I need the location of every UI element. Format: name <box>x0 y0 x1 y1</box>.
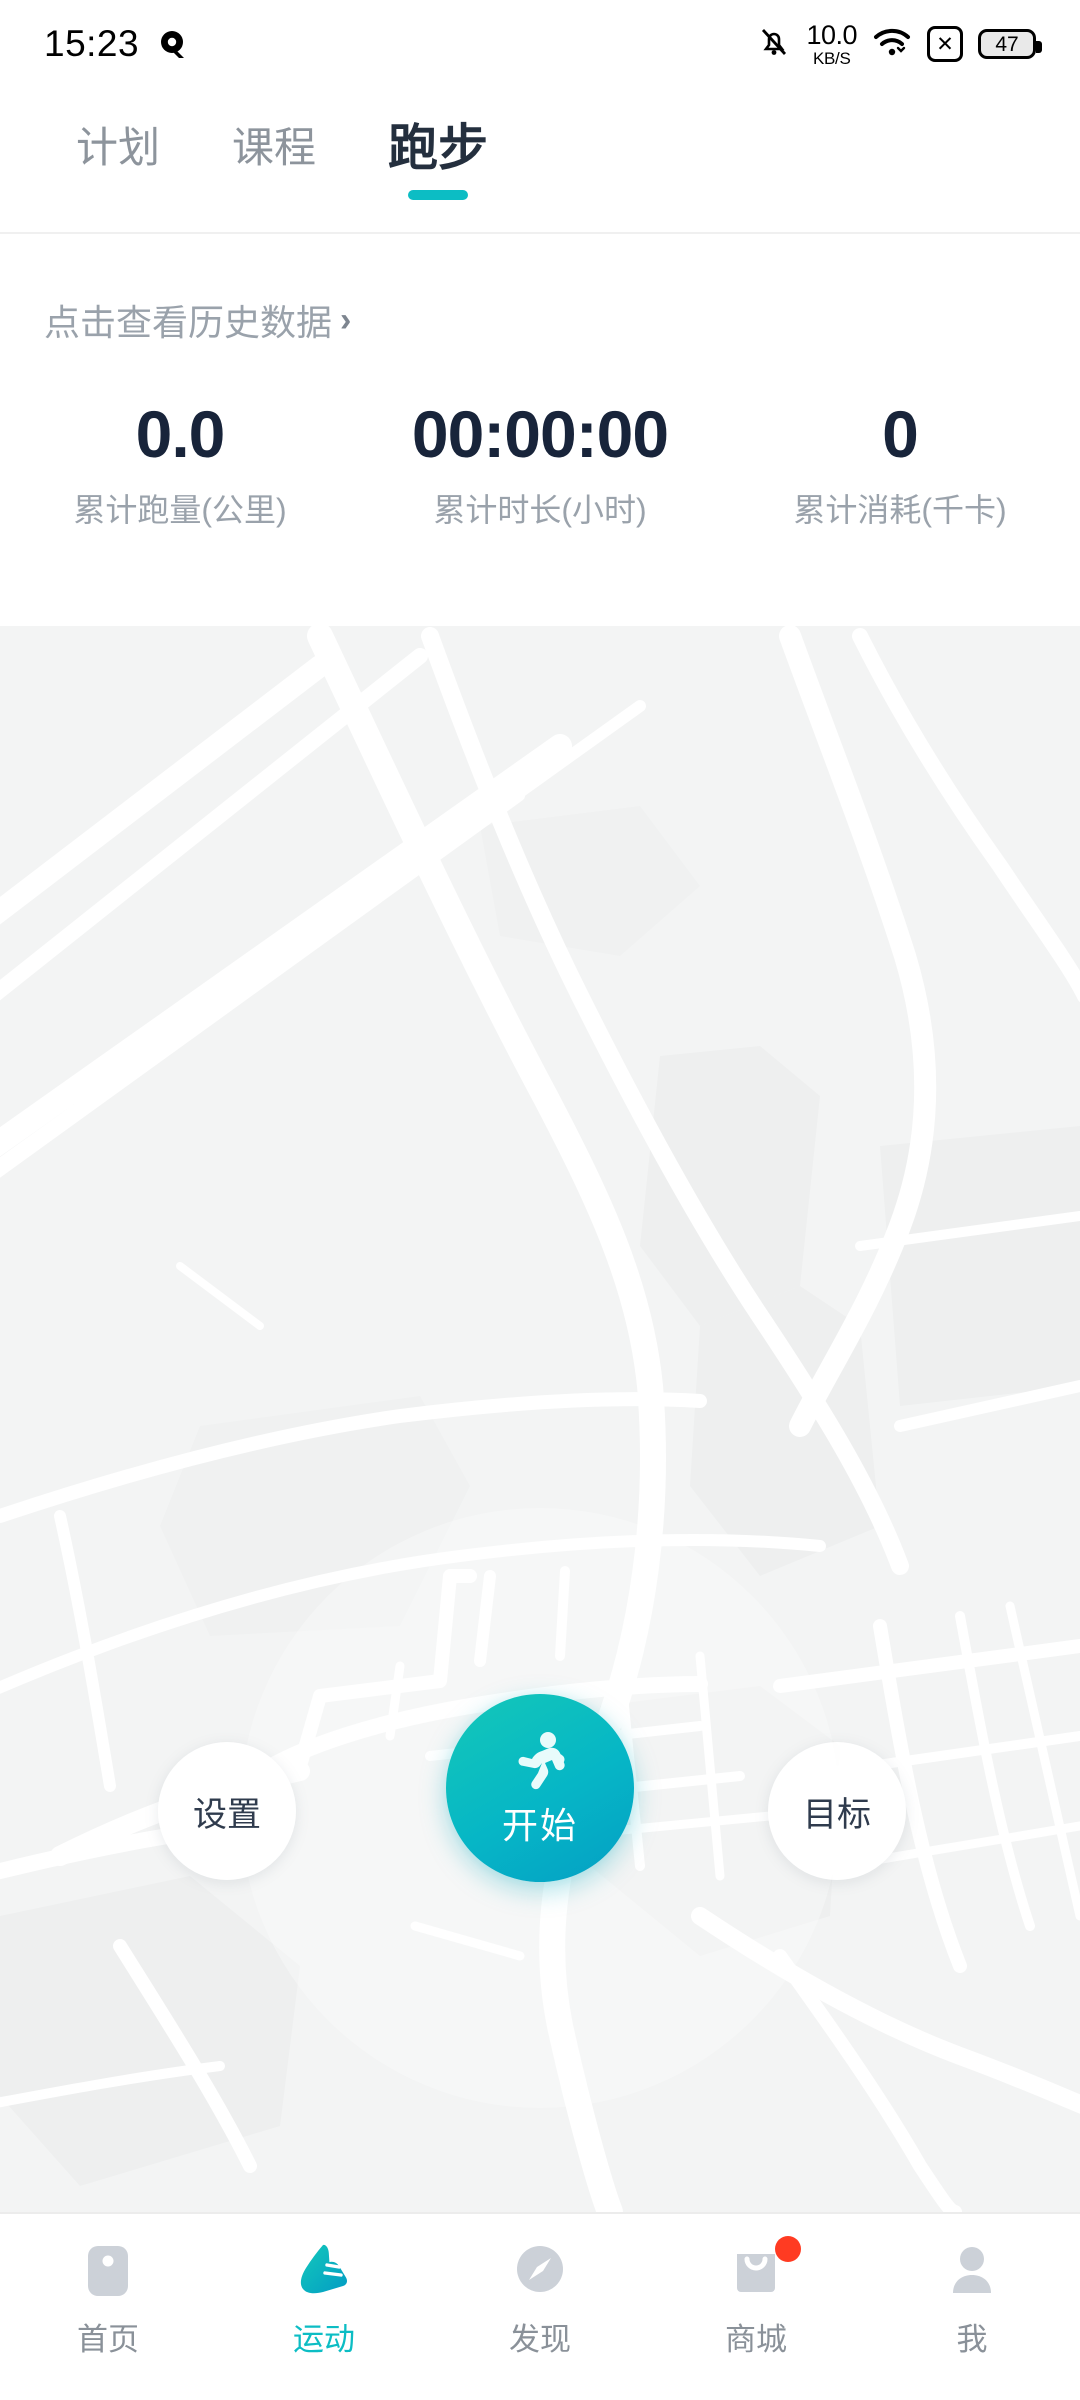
map-canvas <box>0 626 1080 2212</box>
tab-course-label: 课程 <box>232 124 317 171</box>
nav-item-home-label: 首页 <box>77 2322 139 2357</box>
tab-running-indicator <box>408 190 469 200</box>
nav-item-home[interactable]: 首页 <box>0 2240 216 2359</box>
network-speed-value: 10.0 <box>806 19 857 50</box>
tab-running-label: 跑步 <box>388 120 489 176</box>
person-icon <box>953 2247 991 2293</box>
map-view[interactable] <box>0 626 1080 2212</box>
tab-plan[interactable]: 计划 <box>40 88 196 208</box>
nav-item-discover[interactable]: 发现 <box>432 2240 648 2359</box>
network-speed-indicator: 10.0 KB/S <box>806 19 857 68</box>
stat-total-duration: 00:00:00 累计时长(小时) <box>360 397 720 531</box>
stats-row: 0.0 累计跑量(公里) 00:00:00 累计时长(小时) 0 累计消耗(千卡… <box>0 397 1080 531</box>
bell-mute-icon <box>757 24 791 65</box>
stat-total-calories: 0 累计消耗(千卡) <box>720 397 1080 531</box>
goal-button-label: 目标 <box>803 1795 871 1834</box>
tab-course[interactable]: 课程 <box>196 88 352 208</box>
status-bar-left: 15:23 <box>44 23 189 65</box>
battery-indicator: 47 <box>978 29 1042 59</box>
top-tab-bar: 计划 课程 跑步 <box>0 88 1080 234</box>
stat-total-distance: 0.0 累计跑量(公里) <box>0 397 360 531</box>
settings-button-label: 设置 <box>193 1795 261 1834</box>
status-bar: 15:23 10.0 KB/S ✕ 47 <box>0 0 1080 88</box>
history-data-link-label: 点击查看历史数据 <box>44 302 333 343</box>
nav-item-discover-label: 发现 <box>509 2322 571 2357</box>
store-badge <box>775 2236 801 2262</box>
nav-item-store-label: 商城 <box>725 2322 787 2357</box>
home-icon <box>88 2246 128 2296</box>
nav-item-sport[interactable]: 运动 <box>216 2240 432 2359</box>
summary-panel: 点击查看历史数据 › 0.0 累计跑量(公里) 00:00:00 累计时长(小时… <box>0 234 1080 626</box>
stat-total-duration-value: 00:00:00 <box>411 397 669 471</box>
history-data-link[interactable]: 点击查看历史数据 › <box>44 294 351 346</box>
running-shoe-icon <box>300 2244 347 2294</box>
compass-icon <box>517 2246 563 2292</box>
settings-button[interactable]: 设置 <box>158 1742 296 1880</box>
stat-total-calories-label: 累计消耗(千卡) <box>793 492 1007 529</box>
nav-item-store[interactable]: 商城 <box>648 2236 864 2359</box>
stat-total-distance-value: 0.0 <box>135 397 226 471</box>
q-logo-icon <box>157 28 189 60</box>
start-button-face[interactable]: 开始 <box>446 1694 634 1882</box>
start-button-label: 开始 <box>501 1805 578 1846</box>
bottom-navigation-bar: 首页 运动 发现 商城 我 <box>0 2212 1080 2400</box>
nav-item-sport-label: 运动 <box>293 2322 355 2357</box>
goal-button[interactable]: 目标 <box>768 1742 906 1880</box>
running-person-icon <box>518 1732 565 1790</box>
stat-total-duration-label: 累计时长(小时) <box>433 492 647 529</box>
stat-total-calories-value: 0 <box>882 397 919 471</box>
nav-item-profile[interactable]: 我 <box>864 2240 1080 2359</box>
app-screen: 15:23 10.0 KB/S ✕ 47 计划 课程 跑步 点击查看历史数据 ›… <box>0 0 1080 2400</box>
battery-level: 47 <box>995 32 1019 56</box>
nav-item-profile-label: 我 <box>956 2322 988 2357</box>
tab-plan-label: 计划 <box>76 124 161 171</box>
stat-total-distance-label: 累计跑量(公里) <box>73 492 287 529</box>
sim-card-disabled-icon: ✕ <box>927 26 963 62</box>
tab-running[interactable]: 跑步 <box>352 88 524 208</box>
status-bar-right: 10.0 KB/S ✕ 47 <box>757 19 1042 68</box>
status-bar-clock: 15:23 <box>44 23 140 64</box>
network-speed-unit: KB/S <box>812 48 851 68</box>
start-run-button[interactable]: 开始 <box>440 1688 640 1888</box>
chevron-right-icon: › <box>340 301 352 339</box>
wifi-icon <box>872 26 912 63</box>
